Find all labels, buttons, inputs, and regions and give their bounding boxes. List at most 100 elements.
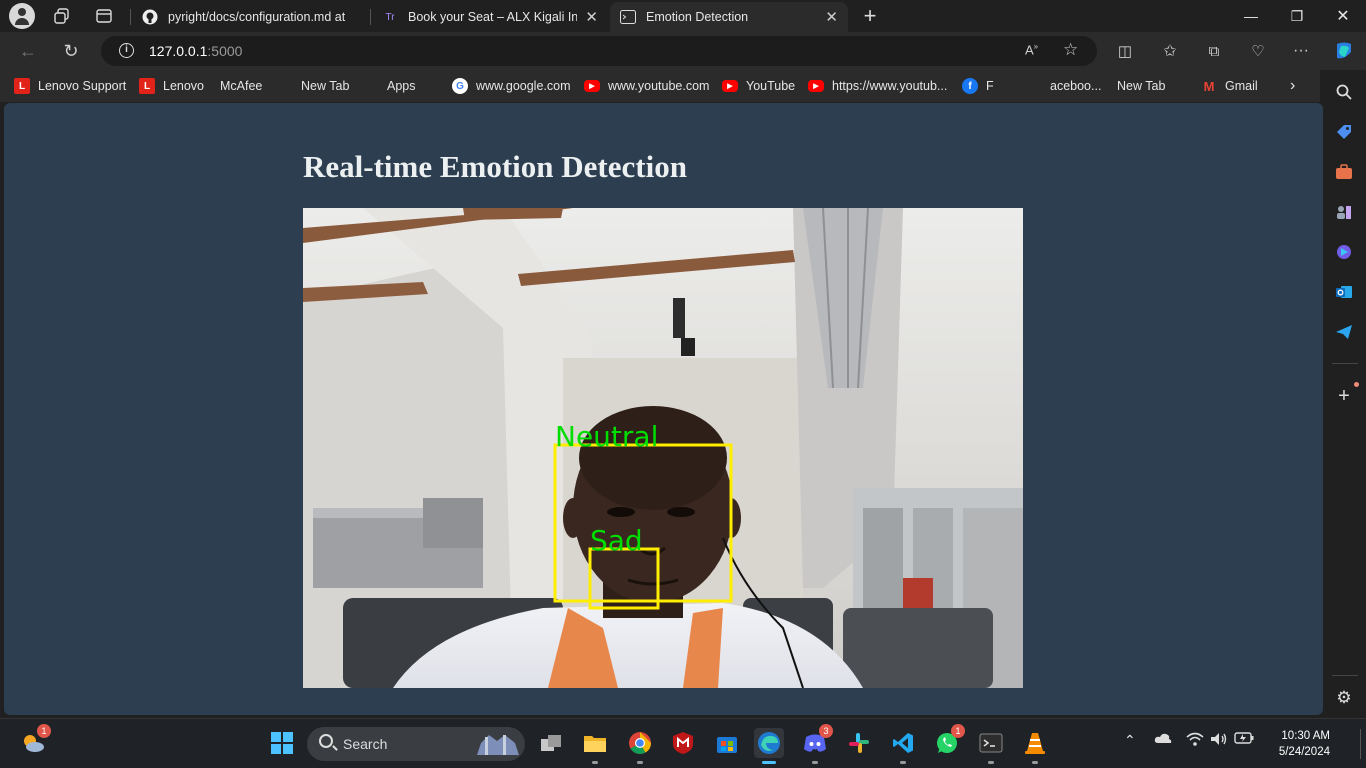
more-favorites-chevron-icon[interactable]: › — [1290, 77, 1295, 95]
whatsapp-badge: 1 — [951, 724, 965, 738]
restore-icon[interactable]: ❐ — [1274, 0, 1320, 32]
github-icon — [142, 9, 158, 25]
search-icon[interactable] — [1334, 82, 1354, 102]
show-desktop-button[interactable] — [1360, 729, 1361, 759]
file-explorer-icon[interactable] — [580, 728, 610, 764]
mcafee-icon[interactable] — [668, 728, 698, 758]
copilot-icon[interactable] — [1330, 37, 1358, 65]
google-icon: G — [452, 78, 468, 94]
new-tab-icon[interactable]: + — [858, 3, 882, 28]
windows-start-icon[interactable] — [267, 728, 297, 758]
favorites-bar: L Lenovo Support L Lenovo McAfee New Tab A… — [0, 70, 1320, 195]
send-telegram-icon[interactable] — [1334, 322, 1354, 342]
taskbar-search-box[interactable]: Search — [307, 727, 525, 761]
show-hidden-icons-chevron-icon[interactable]: ⌃ — [1124, 732, 1136, 749]
minimize-icon[interactable]: — — [1228, 0, 1274, 32]
volume-icon[interactable] — [1210, 732, 1228, 749]
system-clock[interactable]: 10:30 AM 5/24/2024 — [1262, 728, 1330, 760]
tab-title: Emotion Detection — [646, 10, 749, 24]
onedrive-cloud-icon[interactable] — [1154, 732, 1172, 747]
page-title: Real-time Emotion Detection — [303, 149, 687, 184]
bookmark-google[interactable]: Gwww.google.com — [452, 77, 571, 95]
close-window-icon[interactable]: ✕ — [1320, 0, 1366, 32]
vertical-tabs-icon[interactable] — [92, 4, 116, 28]
bookmark-mcafee[interactable]: McAfee — [220, 77, 262, 195]
webcam-video-feed: Neutral Sad — [303, 208, 1023, 688]
bookmark-new-tab[interactable]: New Tab — [301, 77, 349, 195]
youtube-icon: ▶ — [808, 80, 824, 92]
tab-alx[interactable]: Tr Book your Seat – ALX Kigali In Hu ✕ — [372, 2, 608, 32]
site-info-icon[interactable]: i — [119, 43, 134, 58]
title-bar: pyright/docs/configuration.md at Tr Book… — [0, 0, 1366, 32]
workspaces-icon[interactable] — [50, 4, 74, 28]
lenovo-icon: L — [139, 78, 155, 94]
edge-sidebar: + ⚙ — [1323, 70, 1366, 718]
bookmark-apps[interactable]: Apps — [387, 77, 416, 195]
whatsapp-icon[interactable]: 1 — [932, 724, 965, 758]
search-label: Search — [343, 736, 388, 752]
url-text[interactable]: 127.0.0.1:5000 — [149, 43, 242, 59]
task-view-icon[interactable] — [536, 728, 566, 758]
weather-widget-icon[interactable]: 1 — [18, 724, 51, 758]
profile-avatar-icon[interactable] — [9, 3, 35, 29]
lenovo-icon: L — [14, 78, 30, 94]
favorite-star-icon[interactable]: ☆ — [1063, 40, 1078, 60]
bookmark-lenovo-support[interactable]: L Lenovo Support — [14, 77, 126, 95]
collections-icon[interactable]: ⧉ — [1200, 37, 1228, 65]
gmail-icon: M — [1203, 78, 1215, 94]
bookmark-youtube-com[interactable]: ▶ www.youtube.com — [584, 77, 709, 95]
vscode-icon[interactable] — [888, 728, 918, 764]
clock-date: 5/24/2024 — [1278, 746, 1330, 758]
address-bar[interactable]: i 127.0.0.1:5000 A» ☆ — [101, 36, 1097, 66]
back-icon[interactable]: ← — [14, 37, 42, 65]
tab-title: pyright/docs/configuration.md at — [168, 10, 346, 24]
youtube-icon: ▶ — [722, 80, 738, 92]
split-screen-icon[interactable]: ◫ — [1111, 37, 1139, 65]
copilot-sidebar-icon[interactable] — [1334, 242, 1354, 262]
tab-title: Book your Seat – ALX Kigali In Hu — [408, 10, 578, 24]
microsoft-store-icon[interactable] — [712, 728, 742, 758]
favorites-icon[interactable]: ✩ — [1156, 37, 1184, 65]
weather-badge: 1 — [37, 724, 51, 738]
bookmark-lenovo[interactable]: L Lenovo — [139, 77, 204, 95]
close-tab-icon[interactable]: ✕ — [585, 8, 598, 26]
bookmark-facebook[interactable]: fF — [962, 77, 994, 95]
bookmark-facebook-2[interactable]: aceboo... — [1050, 77, 1101, 95]
tools-briefcase-icon[interactable] — [1334, 162, 1354, 182]
discord-icon[interactable]: 3 — [800, 724, 833, 764]
youtube-icon: ▶ — [584, 80, 600, 92]
bookmark-youtube[interactable]: ▶ YouTube — [722, 77, 795, 95]
read-aloud-icon[interactable]: A» — [1025, 42, 1038, 57]
emotion-label-sad: Sad — [590, 524, 643, 557]
close-tab-icon[interactable]: ✕ — [825, 8, 838, 26]
bookmark-gmail[interactable]: M Gmail — [1201, 77, 1258, 95]
wifi-icon[interactable] — [1186, 732, 1204, 749]
tab-emotion-detection[interactable]: Emotion Detection ✕ — [610, 2, 848, 32]
discord-badge: 3 — [819, 724, 833, 738]
windows-taskbar: 1 Search 3 1 ⌃ 10:30 AM 5/24/2024 — [0, 718, 1366, 768]
bookmark-new-tab-2[interactable]: New Tab — [1117, 77, 1165, 195]
chrome-icon[interactable] — [625, 728, 655, 764]
edge-browser-icon[interactable] — [754, 728, 784, 764]
add-sidebar-app-icon[interactable]: + — [1334, 385, 1354, 407]
vlc-icon[interactable] — [1020, 728, 1050, 764]
refresh-icon[interactable]: ↻ — [57, 37, 85, 65]
browser-essentials-icon[interactable]: ♡ — [1244, 37, 1272, 65]
outlook-icon[interactable] — [1334, 282, 1354, 302]
terminal-icon — [620, 9, 636, 25]
battery-icon[interactable] — [1234, 732, 1254, 747]
terminal-app-icon[interactable] — [976, 728, 1006, 764]
tab-github[interactable]: pyright/docs/configuration.md at — [132, 2, 368, 32]
clock-time: 10:30 AM — [1281, 730, 1330, 742]
alx-icon: Tr — [385, 11, 395, 23]
web-page: Real-time Emotion Detection Neutral Sad — [4, 103, 1323, 715]
emotion-label-neutral: Neutral — [555, 420, 658, 453]
search-highlight-bridge-icon — [477, 735, 519, 755]
sidebar-settings-gear-icon[interactable]: ⚙ — [1334, 688, 1354, 708]
bookmark-youtube-url[interactable]: ▶ https://www.youtub... — [808, 77, 947, 95]
slack-icon[interactable] — [844, 728, 874, 758]
more-menu-icon[interactable]: ··· — [1287, 37, 1315, 65]
search-icon — [319, 734, 333, 748]
games-icon[interactable] — [1334, 202, 1354, 222]
shopping-tag-icon[interactable] — [1334, 122, 1354, 142]
